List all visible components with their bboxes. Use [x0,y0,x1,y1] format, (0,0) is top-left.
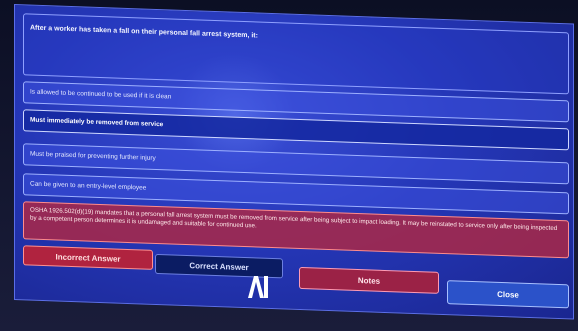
close-button[interactable]: Close [447,280,569,309]
notes-button[interactable]: Notes [299,266,439,294]
feedback-text: OSHA 1926.502(d)(19) mandates that a per… [30,206,558,232]
answer-option-label: Is allowed to be continued to be used if… [30,88,172,101]
quiz-screen: After a worker has taken a fall on their… [14,4,574,320]
answer-option-label: Must be praised for preventing further i… [30,150,156,162]
incorrect-answer-button[interactable]: Incorrect Answer [23,245,153,270]
answer-option-label: Must immediately be removed from service [30,116,164,129]
question-panel: After a worker has taken a fall on their… [23,13,569,95]
answer-option-label: Can be given to an entry-level employee [30,180,147,192]
monitor-logo-icon [244,274,274,300]
question-text: After a worker has taken a fall on their… [30,24,258,40]
